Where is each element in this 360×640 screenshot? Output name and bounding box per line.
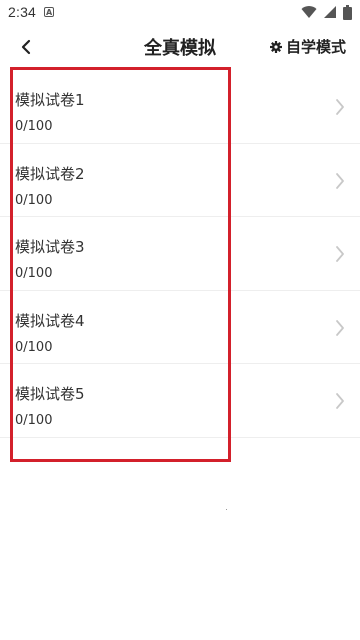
wifi-icon bbox=[301, 6, 317, 19]
paper-list: 模拟试卷1 0/100 模拟试卷2 0/100 模拟试卷3 0/100 模拟试卷… bbox=[0, 70, 360, 438]
chevron-right-icon bbox=[336, 393, 344, 409]
status-time: 2:34 bbox=[8, 4, 37, 20]
paper-name: 模拟试卷3 bbox=[15, 238, 85, 256]
app-header: 全真模拟 自学模式 bbox=[0, 24, 360, 70]
paper-score: 0/100 bbox=[15, 266, 53, 281]
list-item[interactable]: 模拟试卷2 0/100 bbox=[0, 144, 360, 217]
paper-score: 0/100 bbox=[15, 413, 53, 428]
stray-dot bbox=[226, 509, 227, 510]
list-item[interactable]: 模拟试卷1 0/100 bbox=[0, 70, 360, 144]
paper-name: 模拟试卷2 bbox=[15, 164, 85, 183]
paper-score: 0/100 bbox=[15, 119, 53, 134]
paper-name: 模拟试卷5 bbox=[15, 385, 85, 403]
self-study-mode-label: 自学模式 bbox=[285, 38, 346, 56]
cellular-signal-icon bbox=[324, 6, 336, 18]
self-study-mode-button[interactable]: 自学模式 bbox=[269, 36, 346, 57]
chevron-right-icon bbox=[336, 319, 344, 336]
paper-score: 0/100 bbox=[15, 192, 53, 208]
chevron-right-icon bbox=[336, 99, 344, 115]
battery-icon bbox=[343, 4, 352, 20]
list-item[interactable]: 模拟试卷4 0/100 bbox=[0, 291, 360, 364]
list-item[interactable]: 模拟试卷5 0/100 bbox=[0, 364, 360, 438]
list-item[interactable]: 模拟试卷3 0/100 bbox=[0, 217, 360, 291]
notification-icon: A bbox=[44, 7, 55, 17]
gear-icon bbox=[269, 40, 282, 53]
paper-score: 0/100 bbox=[15, 339, 53, 355]
status-bar: 2:34 A bbox=[0, 0, 360, 24]
chevron-right-icon bbox=[336, 172, 344, 189]
paper-name: 模拟试卷4 bbox=[15, 311, 85, 330]
chevron-right-icon bbox=[336, 246, 344, 262]
paper-name: 模拟试卷1 bbox=[15, 91, 85, 109]
